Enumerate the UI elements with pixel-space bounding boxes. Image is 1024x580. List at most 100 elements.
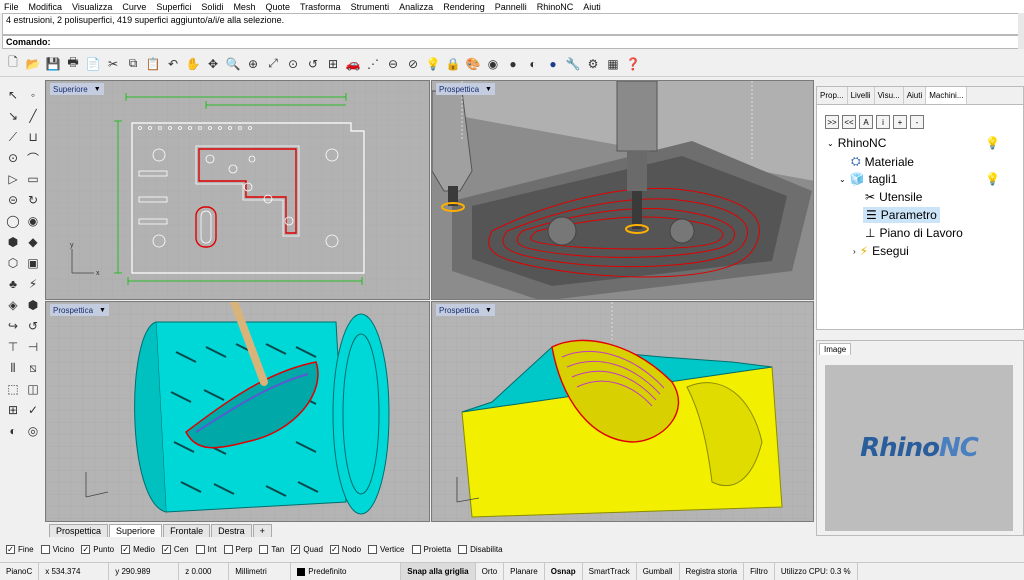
osnap-medio[interactable]: Medio: [121, 545, 155, 554]
checkbox[interactable]: [259, 545, 269, 554]
tree-param[interactable]: ☰ Parametro: [863, 207, 940, 223]
tree-material[interactable]: ⛭ Materiale: [851, 154, 914, 169]
left-tool-icon[interactable]: ⊞: [4, 401, 22, 419]
layout-icon[interactable]: ▦: [604, 55, 622, 73]
zoom-icon[interactable]: 🔍: [224, 55, 242, 73]
zoom-extents-icon[interactable]: ⤢: [264, 55, 282, 73]
menu-item-visualizza[interactable]: Visualizza: [72, 2, 112, 12]
left-tool-icon[interactable]: ✓: [24, 401, 42, 419]
osnap-disabilita[interactable]: Disabilita: [458, 545, 503, 554]
panel-tab[interactable]: Machini...: [926, 87, 968, 104]
checkbox[interactable]: [40, 545, 50, 554]
viewport-tab[interactable]: Prospettica: [49, 524, 109, 537]
checkbox[interactable]: [161, 545, 171, 554]
menu-item-rendering[interactable]: Rendering: [443, 2, 485, 12]
osnap-quad[interactable]: Quad: [291, 545, 323, 554]
menu-item-aiuti[interactable]: Aiuti: [583, 2, 601, 12]
viewport-tab[interactable]: +: [252, 524, 272, 537]
left-tool-icon[interactable]: ◈: [4, 296, 22, 314]
left-tool-icon[interactable]: ◆: [24, 233, 42, 251]
checkbox[interactable]: [121, 545, 131, 554]
four-viewports-icon[interactable]: ⊞: [324, 55, 342, 73]
undo-view-icon[interactable]: ↺: [304, 55, 322, 73]
left-tool-icon[interactable]: ⟋: [4, 128, 22, 146]
osnap-punto[interactable]: Punto: [81, 545, 114, 554]
lightbulb-icon[interactable]: 💡: [985, 172, 1000, 186]
save-icon[interactable]: 💾: [44, 55, 62, 73]
panel-tab[interactable]: Livelli: [848, 87, 875, 104]
menu-item-superfici[interactable]: Superfici: [156, 2, 191, 12]
tree-toolbar-button[interactable]: -: [910, 115, 924, 129]
left-tool-icon[interactable]: ⊔: [24, 128, 42, 146]
tree-run[interactable]: › ⚡ Esegui: [853, 244, 909, 258]
dropdown-arrow-icon[interactable]: ▼: [485, 86, 492, 93]
tree-cut[interactable]: ⌄ 🧊 tagli1: [839, 172, 897, 186]
osnap-fine[interactable]: Fine: [6, 545, 34, 554]
viewport-top[interactable]: Superiore ▼ yx: [45, 80, 430, 300]
dropdown-arrow-icon[interactable]: ▼: [99, 307, 106, 314]
osnap-tan[interactable]: Tan: [259, 545, 284, 554]
left-tool-icon[interactable]: ◯: [4, 212, 22, 230]
menu-item-curve[interactable]: Curve: [122, 2, 146, 12]
help-icon[interactable]: ❓: [624, 55, 642, 73]
cut-icon[interactable]: ✂: [104, 55, 122, 73]
image-tab[interactable]: Image: [819, 343, 852, 355]
left-tool-icon[interactable]: ⬡: [4, 254, 22, 272]
left-tool-icon[interactable]: ⊝: [4, 191, 22, 209]
checkbox[interactable]: [81, 545, 91, 554]
blue-sphere-icon[interactable]: ●: [544, 55, 562, 73]
car-icon[interactable]: 🚗: [344, 55, 362, 73]
panel-tab[interactable]: Aiuti: [904, 87, 927, 104]
left-tool-icon[interactable]: ⬢: [4, 233, 22, 251]
paste-icon[interactable]: 📋: [144, 55, 162, 73]
tree-plane[interactable]: ⊥ Piano di Lavoro: [865, 226, 963, 240]
osnap-cen[interactable]: Cen: [161, 545, 189, 554]
named-view-icon[interactable]: ⊘: [404, 55, 422, 73]
lightbulb-icon[interactable]: 💡: [985, 136, 1000, 150]
viewport-tab[interactable]: Destra: [211, 524, 252, 537]
undo-icon[interactable]: ↶: [164, 55, 182, 73]
viewport-title-perspective-3[interactable]: Prospettica ▼: [436, 304, 495, 316]
menu-item-strumenti[interactable]: Strumenti: [351, 2, 390, 12]
viewport-tab[interactable]: Superiore: [109, 524, 163, 537]
status-toggle[interactable]: Filtro: [744, 563, 775, 580]
print-icon[interactable]: 🖶: [64, 55, 82, 73]
left-tool-icon[interactable]: ⊙: [4, 149, 22, 167]
grid-snap-icon[interactable]: ⋰: [364, 55, 382, 73]
osnap-vertice[interactable]: Vertice: [368, 545, 405, 554]
viewport-title-perspective-2[interactable]: Prospettica ▼: [50, 304, 109, 316]
cplane-icon[interactable]: ⊖: [384, 55, 402, 73]
left-tool-icon[interactable]: ↘: [4, 107, 22, 125]
left-tool-icon[interactable]: ↖: [4, 86, 22, 104]
checkbox[interactable]: [223, 545, 233, 554]
status-toggle[interactable]: Snap alla griglia: [401, 563, 476, 580]
checkbox[interactable]: [291, 545, 301, 554]
menu-item-pannelli[interactable]: Pannelli: [495, 2, 527, 12]
status-toggle[interactable]: Osnap: [545, 563, 583, 580]
panel-tab[interactable]: Prop...: [817, 87, 848, 104]
import-icon[interactable]: 📄: [84, 55, 102, 73]
checkbox[interactable]: [6, 545, 15, 554]
tree-toolbar-button[interactable]: >>: [825, 115, 839, 129]
checkbox[interactable]: [329, 545, 339, 554]
left-tool-icon[interactable]: ↺: [24, 317, 42, 335]
history-scrollbar[interactable]: [1018, 13, 1024, 49]
options-icon[interactable]: ⚙: [584, 55, 602, 73]
left-tool-icon[interactable]: ╱: [24, 107, 42, 125]
zoom-window-icon[interactable]: ⊕: [244, 55, 262, 73]
render-sphere-icon[interactable]: ●: [504, 55, 522, 73]
wrench-icon[interactable]: 🔧: [564, 55, 582, 73]
left-tool-icon[interactable]: ⊣: [24, 338, 42, 356]
viewport-tab[interactable]: Frontale: [163, 524, 211, 537]
open-file-icon[interactable]: 📂: [24, 55, 42, 73]
left-tool-icon[interactable]: ◐: [4, 422, 22, 440]
menu-item-solidi[interactable]: Solidi: [201, 2, 223, 12]
checkbox[interactable]: [368, 545, 378, 554]
new-file-icon[interactable]: 🗋: [4, 55, 22, 73]
left-tool-icon[interactable]: ⬚: [4, 380, 22, 398]
left-tool-icon[interactable]: ▣: [24, 254, 42, 272]
viewport-perspective-3[interactable]: Prospettica ▼: [431, 301, 814, 522]
menu-item-modifica[interactable]: Modifica: [29, 2, 63, 12]
tree-root[interactable]: ⌄ RhinoNC: [827, 136, 886, 150]
checkbox[interactable]: [458, 545, 468, 554]
